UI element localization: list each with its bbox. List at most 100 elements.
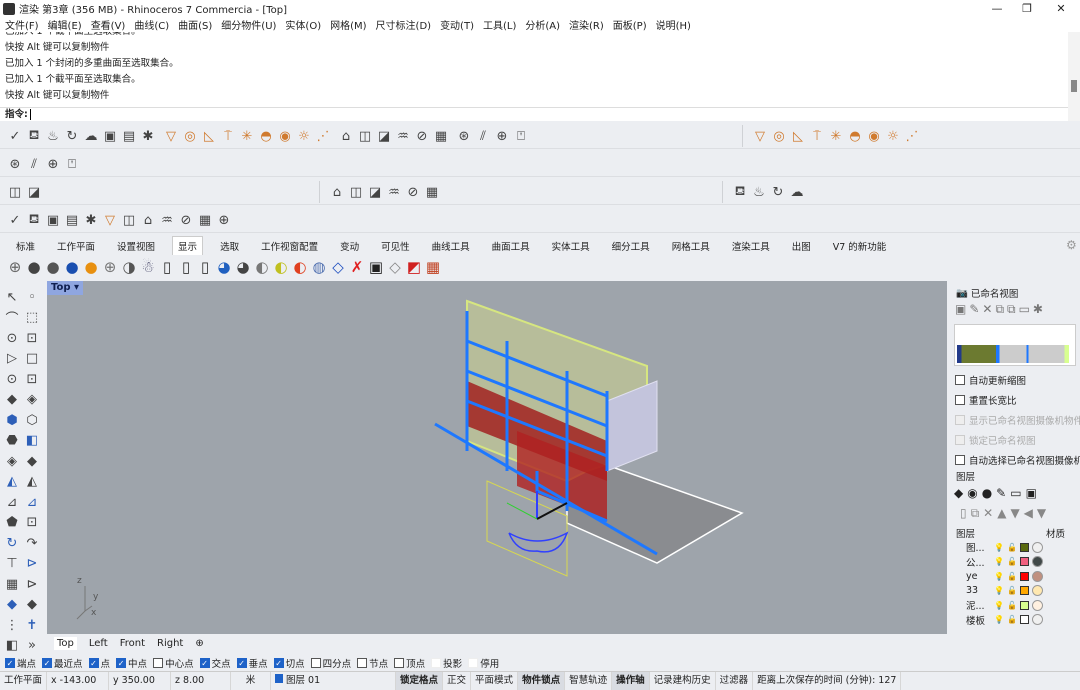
- left-tool-icon[interactable]: □: [22, 349, 42, 370]
- osnap-checkbox[interactable]: ✓: [42, 657, 53, 668]
- left-tool-icon[interactable]: ◧: [2, 636, 22, 657]
- named-view-option[interactable]: 自动选择已命名视图摄像机物件: [950, 450, 1080, 470]
- left-tool-icon[interactable]: ⬢: [2, 410, 22, 431]
- tool-icon[interactable]: ♒: [394, 127, 412, 145]
- bulb-icon[interactable]: 💡: [994, 586, 1004, 595]
- left-tool-icon[interactable]: ↷: [22, 533, 42, 554]
- status-toggle[interactable]: 过滤器: [716, 671, 754, 690]
- tool-icon[interactable]: ▦: [196, 211, 214, 229]
- cplane-label[interactable]: 工作平面: [0, 671, 48, 690]
- tool-icon[interactable]: ◓: [257, 127, 275, 145]
- menu-item[interactable]: 渲染(R): [569, 17, 604, 32]
- tool-icon[interactable]: ⌂: [337, 127, 355, 145]
- tab-10[interactable]: 实体工具: [552, 239, 590, 253]
- menu-item[interactable]: 曲面(S): [178, 17, 212, 32]
- layer-row[interactable]: 楼板 💡 🔓: [950, 613, 1080, 628]
- tool-icon[interactable]: ⛾: [25, 211, 43, 229]
- display-mode-icon[interactable]: ◐: [253, 258, 271, 276]
- display-mode-icon[interactable]: ✗: [348, 258, 366, 276]
- tool-icon[interactable]: ◫: [120, 211, 138, 229]
- tool-icon[interactable]: ◫: [347, 183, 365, 201]
- left-tool-icon[interactable]: ⊿: [2, 492, 22, 513]
- tab-15[interactable]: V7 的新功能: [833, 239, 887, 253]
- tool-icon[interactable]: ⊕: [493, 127, 511, 145]
- left-tool-icon[interactable]: ◆: [22, 451, 42, 472]
- maximize-button[interactable]: ❐: [1012, 0, 1042, 17]
- left-tool-icon[interactable]: ✝: [22, 615, 42, 636]
- tool-icon[interactable]: ◫: [356, 127, 374, 145]
- osnap-checkbox[interactable]: ✓: [236, 657, 247, 668]
- status-toggle[interactable]: 操作轴: [612, 671, 650, 690]
- material-swatch[interactable]: [1031, 570, 1043, 582]
- left-tool-icon[interactable]: ◆: [2, 390, 22, 411]
- display-mode-icon[interactable]: ◍: [310, 258, 328, 276]
- display-mode-icon[interactable]: ◑: [120, 258, 138, 276]
- tool-icon[interactable]: ♨: [44, 127, 62, 145]
- menu-item[interactable]: 尺寸标注(D): [376, 17, 432, 32]
- bulb-icon[interactable]: 💡: [994, 615, 1004, 624]
- display-mode-icon[interactable]: ▣: [367, 258, 385, 276]
- osnap-checkbox[interactable]: [431, 657, 442, 668]
- light-tool-icon[interactable]: ⋰: [903, 127, 921, 145]
- tool-icon[interactable]: ◉: [276, 127, 294, 145]
- left-tool-icon[interactable]: ◭: [2, 472, 22, 493]
- layer-color-swatch[interactable]: [1019, 600, 1029, 610]
- unit[interactable]: 米: [231, 671, 272, 690]
- menu-item[interactable]: 编辑(E): [48, 17, 82, 32]
- tool-icon[interactable]: ♒: [158, 211, 176, 229]
- left-tool-icon[interactable]: ↖: [2, 287, 22, 308]
- viewport-tab-left[interactable]: Left: [89, 638, 108, 649]
- tab-12[interactable]: 网格工具: [672, 239, 710, 253]
- tool-icon[interactable]: ☼: [295, 127, 313, 145]
- osnap-4[interactable]: 中心点: [153, 656, 194, 670]
- osnap-6[interactable]: ✓ 垂点: [236, 656, 268, 670]
- lock-icon[interactable]: 🔓: [1007, 557, 1017, 566]
- tool-icon[interactable]: ✳: [238, 127, 256, 145]
- checkbox[interactable]: [955, 435, 965, 445]
- left-tool-icon[interactable]: ◈: [2, 451, 22, 472]
- left-tool-icon[interactable]: ⊤: [2, 554, 22, 575]
- display-mode-icon[interactable]: ●: [63, 258, 81, 276]
- display-mode-icon[interactable]: ◕: [215, 258, 233, 276]
- material-swatch[interactable]: [1031, 599, 1043, 611]
- tool-icon[interactable]: ✱: [139, 127, 157, 145]
- tool-icon[interactable]: ⍞: [512, 127, 530, 145]
- lock-icon[interactable]: 🔓: [1007, 615, 1017, 624]
- named-views-toolbar[interactable]: ▣✎✕⧉⧉▭✱: [950, 302, 1080, 322]
- command-line[interactable]: 指令:: [0, 107, 1068, 121]
- left-tool-icon[interactable]: ⊡: [22, 328, 42, 349]
- viewport-tab-right[interactable]: Right: [157, 638, 183, 649]
- tool-icon[interactable]: ◪: [366, 183, 384, 201]
- layer-name[interactable]: 图...: [950, 540, 990, 554]
- osnap-9[interactable]: 节点: [357, 656, 388, 670]
- command-input[interactable]: [29, 109, 31, 120]
- tab-13[interactable]: 渲染工具: [732, 239, 770, 253]
- tool-icon[interactable]: ▽: [162, 127, 180, 145]
- tool-icon[interactable]: ⛾: [25, 127, 43, 145]
- osnap-11[interactable]: 投影: [431, 656, 462, 670]
- left-tool-icon[interactable]: ▦: [2, 574, 22, 595]
- add-viewport-icon[interactable]: ⊕: [195, 638, 203, 649]
- named-view-option[interactable]: 重置长宽比: [950, 390, 1080, 410]
- tool-icon[interactable]: ☁: [788, 183, 806, 201]
- display-mode-icon[interactable]: ▯: [158, 258, 176, 276]
- material-swatch[interactable]: [1031, 541, 1043, 553]
- tool-icon[interactable]: ✓: [6, 211, 24, 229]
- menu-item[interactable]: 网格(M): [330, 17, 366, 32]
- tool-icon[interactable]: ▣: [101, 127, 119, 145]
- osnap-7[interactable]: ✓ 切点: [273, 656, 305, 670]
- tool-icon[interactable]: ⫽: [25, 155, 43, 173]
- status-toggle[interactable]: 物件锁点: [518, 671, 566, 690]
- tool-icon[interactable]: ⊘: [177, 211, 195, 229]
- checkbox[interactable]: [955, 415, 965, 425]
- menu-item[interactable]: 分析(A): [525, 17, 560, 32]
- osnap-2[interactable]: ✓ 点: [88, 656, 110, 670]
- menu-item[interactable]: 查看(V): [91, 17, 126, 32]
- tool-icon[interactable]: ↻: [63, 127, 81, 145]
- layers-panel-tabs[interactable]: ◆◉●✎▭▣: [950, 486, 1080, 506]
- layer-name[interactable]: 公...: [950, 555, 990, 569]
- display-mode-icon[interactable]: ●: [25, 258, 43, 276]
- layer-row[interactable]: 泥... 💡 🔓: [950, 598, 1080, 613]
- tab-0[interactable]: 标准: [16, 239, 35, 253]
- osnap-1[interactable]: ✓ 最近点: [42, 656, 83, 670]
